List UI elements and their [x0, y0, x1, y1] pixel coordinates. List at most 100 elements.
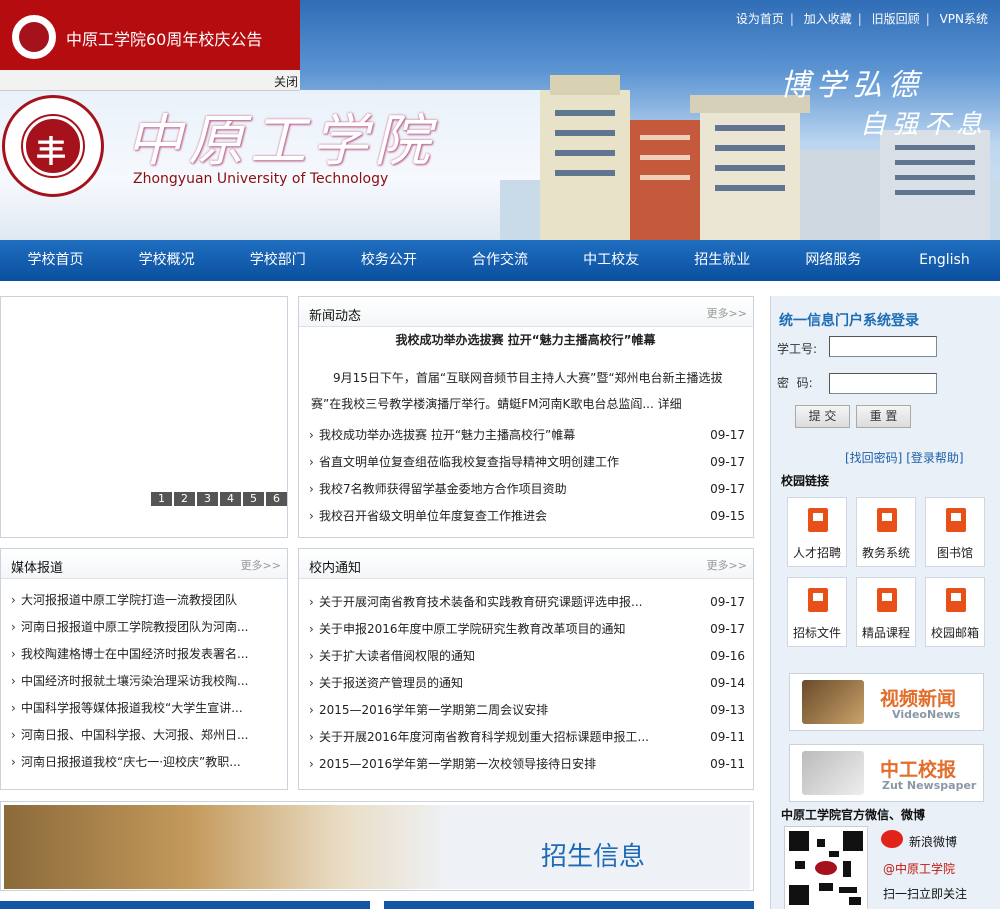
list-item[interactable]: › 河南日报报道我校“庆七一·迎校庆”教职...: [1, 749, 287, 776]
list-item-title[interactable]: 我校成功举办选拔赛 拉开“魅力主播高校行”帷幕: [319, 422, 575, 449]
reset-button[interactable]: 重 置: [856, 405, 911, 428]
news-summary[interactable]: 9月15日下午，首届“互联网音频节目主持人大赛”暨“郑州电台新主播选拔赛”在我校…: [311, 365, 741, 417]
list-item[interactable]: › 我校陶建格博士在中国经济时报发表署名...: [1, 641, 287, 668]
top-link-add-favorite[interactable]: 加入收藏: [798, 12, 858, 26]
list-item-date: 09-16: [710, 649, 745, 663]
list-item[interactable]: › 我校7名教师获得留学基金委地方合作项目资助 09-17: [299, 476, 753, 503]
slider-page-1[interactable]: 1: [151, 492, 172, 506]
list-item[interactable]: › 2015—2016学年第一学期第一次校领导接待日安排 09-11: [299, 751, 753, 778]
list-item-title[interactable]: 河南日报报道我校“庆七一·迎校庆”教职...: [21, 749, 241, 776]
campus-link-academic[interactable]: 教务系统: [856, 497, 916, 567]
top-link-vpn[interactable]: VPN系统: [934, 12, 994, 26]
username-input[interactable]: [829, 336, 937, 357]
list-item-title[interactable]: 我校7名教师获得留学基金委地方合作项目资助: [319, 476, 567, 503]
list-item[interactable]: › 关于开展河南省教育技术装备和实践教育研究课题评选申报... 09-17: [299, 589, 753, 616]
campus-link-recruitment[interactable]: 人才招聘: [787, 497, 847, 567]
username-label: 学工号:: [777, 342, 818, 356]
list-item-date: 09-17: [710, 622, 745, 636]
list-item-title[interactable]: 关于申报2016年度中原工学院研究生教育改革项目的通知: [319, 616, 626, 643]
list-item-date: 09-17: [710, 482, 745, 496]
slider-page-2[interactable]: 2: [174, 492, 195, 506]
list-item-title[interactable]: 中国经济时报就土壤污染治理采访我校陶...: [21, 668, 248, 695]
top-links: 设为首页 | 加入收藏 | 旧版回顾 | VPN系统: [730, 10, 994, 27]
campus-link-courses[interactable]: 精品课程: [856, 577, 916, 647]
list-item-title[interactable]: 河南日报报道中原工学院教授团队为河南...: [21, 614, 248, 641]
password-input[interactable]: [829, 373, 937, 394]
slider-page-5[interactable]: 5: [243, 492, 264, 506]
list-item[interactable]: › 河南日报报道中原工学院教授团队为河南...: [1, 614, 287, 641]
list-item-title[interactable]: 中国科学报等媒体报道我校“大学生宣讲...: [21, 695, 243, 722]
campus-link-label: 人才招聘: [792, 546, 841, 560]
media-more-link[interactable]: 更多>>: [241, 557, 281, 573]
submit-button[interactable]: 提 交: [795, 405, 850, 428]
list-item[interactable]: › 关于开展2016年度河南省教育科学规划重大招标课题申报工... 09-11: [299, 724, 753, 751]
campus-link-label: 校园邮箱: [930, 626, 979, 640]
campus-link-tender[interactable]: 招标文件: [787, 577, 847, 647]
list-item[interactable]: › 2015—2016学年第一学期第二周会议安排 09-13: [299, 697, 753, 724]
news-more-link[interactable]: 更多>>: [707, 305, 747, 321]
login-help-link[interactable]: [登录帮助]: [906, 451, 963, 465]
list-item-title[interactable]: 关于扩大读者借阅权限的通知: [319, 643, 475, 670]
arrow-icon: ›: [11, 701, 16, 715]
top-link-set-home[interactable]: 设为首页: [730, 12, 790, 26]
list-item[interactable]: › 我校成功举办选拔赛 拉开“魅力主播高校行”帷幕 09-17: [299, 422, 753, 449]
list-item[interactable]: › 大河报报道中原工学院打造一流教授团队: [1, 587, 287, 614]
list-item-title[interactable]: 2015—2016学年第一学期第二周会议安排: [319, 697, 548, 724]
campus-link-library[interactable]: 图书馆: [925, 497, 985, 567]
nav-item-network[interactable]: 网络服务: [778, 240, 889, 281]
arrow-icon: ›: [11, 620, 16, 634]
list-item-title[interactable]: 关于报送资产管理员的通知: [319, 670, 463, 697]
nav-item-overview[interactable]: 学校概况: [111, 240, 222, 281]
weibo-link[interactable]: 新浪微博: [909, 833, 957, 850]
anniversary-banner-title[interactable]: 中原工学院60周年校庆公告: [66, 26, 262, 50]
video-news-banner[interactable]: 视频新闻 VideoNews: [789, 673, 984, 731]
list-item[interactable]: › 我校召开省级文明单位年度复查工作推进会 09-15: [299, 503, 753, 530]
list-item[interactable]: › 中国科学报等媒体报道我校“大学生宣讲...: [1, 695, 287, 722]
image-slider[interactable]: 1 2 3 4 5 6: [0, 296, 288, 538]
divider: |: [789, 12, 794, 26]
list-item[interactable]: › 中国经济时报就土壤污染治理采访我校陶...: [1, 668, 287, 695]
slider-page-6[interactable]: 6: [266, 492, 287, 506]
newspaper-banner[interactable]: 中工校报 Zut Newspaper: [789, 744, 984, 802]
nav-item-alumni[interactable]: 中工校友: [556, 240, 667, 281]
list-item-title[interactable]: 关于开展河南省教育技术装备和实践教育研究课题评选申报...: [319, 589, 642, 616]
enrollment-banner-title[interactable]: 招生信息: [541, 836, 645, 873]
notices-more-link[interactable]: 更多>>: [707, 557, 747, 573]
list-item-title[interactable]: 2015—2016学年第一学期第一次校领导接待日安排: [319, 751, 596, 778]
nav-item-english[interactable]: English: [889, 240, 1000, 281]
list-item[interactable]: › 河南日报、中国科学报、大河报、郑州日...: [1, 722, 287, 749]
weibo-account[interactable]: @中原工学院: [883, 860, 955, 877]
list-item-title[interactable]: 我校陶建格博士在中国经济时报发表署名...: [21, 641, 248, 668]
banner-close-button[interactable]: 关闭: [274, 73, 298, 90]
forgot-password-link[interactable]: [找回密码]: [845, 451, 902, 465]
top-link-old-version[interactable]: 旧版回顾: [866, 12, 926, 26]
weibo-icon[interactable]: [881, 830, 903, 848]
nav-item-affairs[interactable]: 校务公开: [333, 240, 444, 281]
arrow-icon: ›: [309, 676, 314, 690]
anniversary-banner[interactable]: 中原工学院60周年校庆公告: [0, 0, 300, 70]
news-panel-title: 新闻动态: [309, 309, 362, 324]
list-item-title[interactable]: 河南日报、中国科学报、大河报、郑州日...: [21, 722, 248, 749]
campus-link-email[interactable]: 校园邮箱: [925, 577, 985, 647]
nav-item-admissions[interactable]: 招生就业: [667, 240, 778, 281]
news-headline[interactable]: 我校成功举办选拔赛 拉开“魅力主播高校行”帷幕: [299, 331, 752, 348]
nav-item-home[interactable]: 学校首页: [0, 240, 111, 281]
list-item[interactable]: › 省直文明单位复查组莅临我校复查指导精神文明创建工作 09-17: [299, 449, 753, 476]
list-item-title[interactable]: 省直文明单位复查组莅临我校复查指导精神文明创建工作: [319, 449, 619, 476]
university-name-en: Zhongyuan University of Technology: [133, 171, 389, 187]
video-news-title: 视频新闻: [880, 688, 957, 710]
list-item[interactable]: › 关于扩大读者借阅权限的通知 09-16: [299, 643, 753, 670]
university-seal-logo[interactable]: 丰: [2, 95, 104, 197]
university-name-cn[interactable]: 中原工学院: [126, 96, 436, 177]
nav-item-cooperation[interactable]: 合作交流: [444, 240, 555, 281]
list-item-title[interactable]: 大河报报道中原工学院打造一流教授团队: [21, 587, 237, 614]
list-item-title[interactable]: 关于开展2016年度河南省教育科学规划重大招标课题申报工...: [319, 724, 649, 751]
enrollment-banner[interactable]: 招生信息: [0, 801, 754, 891]
list-item[interactable]: › 关于报送资产管理员的通知 09-14: [299, 670, 753, 697]
slider-page-4[interactable]: 4: [220, 492, 241, 506]
list-item-date: 09-14: [710, 676, 745, 690]
list-item[interactable]: › 关于申报2016年度中原工学院研究生教育改革项目的通知 09-17: [299, 616, 753, 643]
nav-item-departments[interactable]: 学校部门: [222, 240, 333, 281]
list-item-title[interactable]: 我校召开省级文明单位年度复查工作推进会: [319, 503, 547, 530]
slider-page-3[interactable]: 3: [197, 492, 218, 506]
